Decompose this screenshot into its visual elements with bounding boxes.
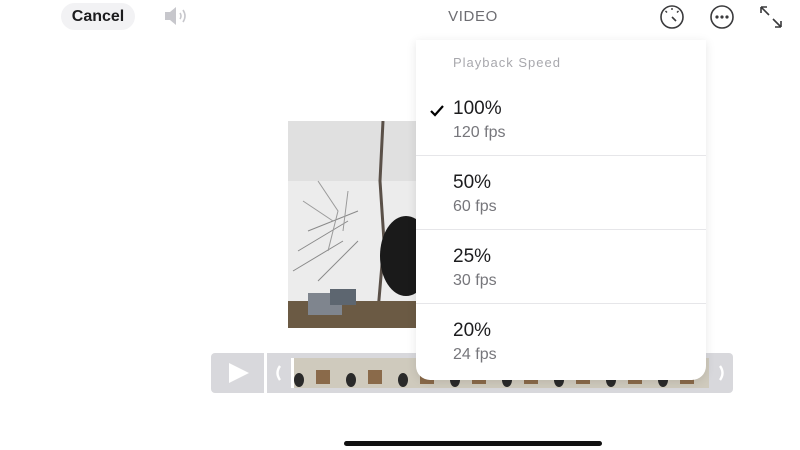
chevron-right-icon[interactable] [711, 353, 733, 393]
speed-option-fps: 30 fps [453, 272, 497, 289]
chevron-left-icon[interactable] [267, 353, 289, 393]
checkmark-icon [429, 104, 445, 118]
speed-option-label: 20% [453, 320, 492, 341]
speed-option-label: 100% [453, 98, 502, 119]
divider [416, 155, 706, 156]
home-indicator [344, 441, 602, 446]
play-button[interactable] [211, 353, 264, 393]
speed-option-fps: 24 fps [453, 346, 497, 363]
expand-icon[interactable] [758, 4, 784, 30]
more-icon[interactable] [709, 4, 735, 30]
menu-header: Playback Speed [453, 55, 561, 70]
divider [416, 303, 706, 304]
speed-option-label: 50% [453, 172, 492, 193]
speed-option-fps: 120 fps [453, 124, 506, 141]
speed-option-25[interactable]: 25% 30 fps [416, 232, 706, 306]
speedometer-icon[interactable] [659, 4, 685, 30]
speed-option-fps: 60 fps [453, 198, 497, 215]
divider [416, 229, 706, 230]
speed-option-100[interactable]: 100% 120 fps [416, 84, 706, 158]
speed-option-50[interactable]: 50% 60 fps [416, 158, 706, 232]
top-toolbar: Cancel VIDEO [0, 0, 800, 40]
video-preview[interactable] [288, 121, 416, 328]
speed-option-20[interactable]: 20% 24 fps [416, 306, 706, 380]
playback-speed-menu: Playback Speed 100% 120 fps 50% 60 fps 2… [416, 40, 706, 380]
speed-option-label: 25% [453, 246, 492, 267]
